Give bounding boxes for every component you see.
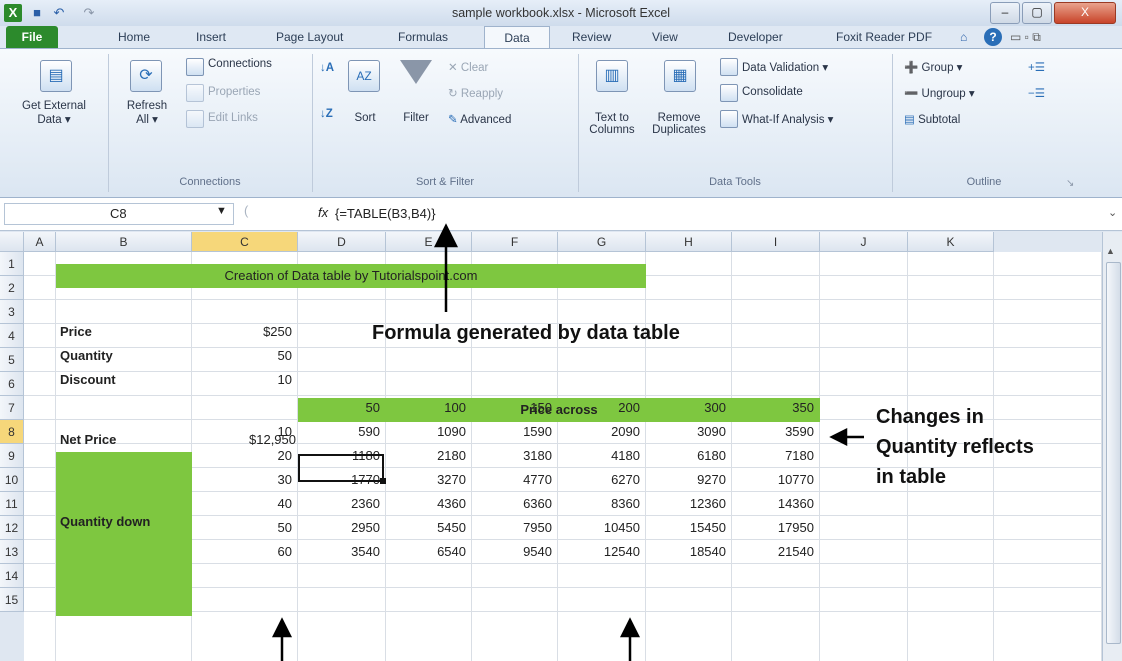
annotation-arrows: [271, 223, 864, 661]
arrow-to-quantity-column: [271, 617, 293, 661]
arrow-to-price-row: [829, 427, 864, 447]
arrow-to-formula: [433, 223, 459, 312]
arrow-to-table-values: [619, 617, 641, 661]
